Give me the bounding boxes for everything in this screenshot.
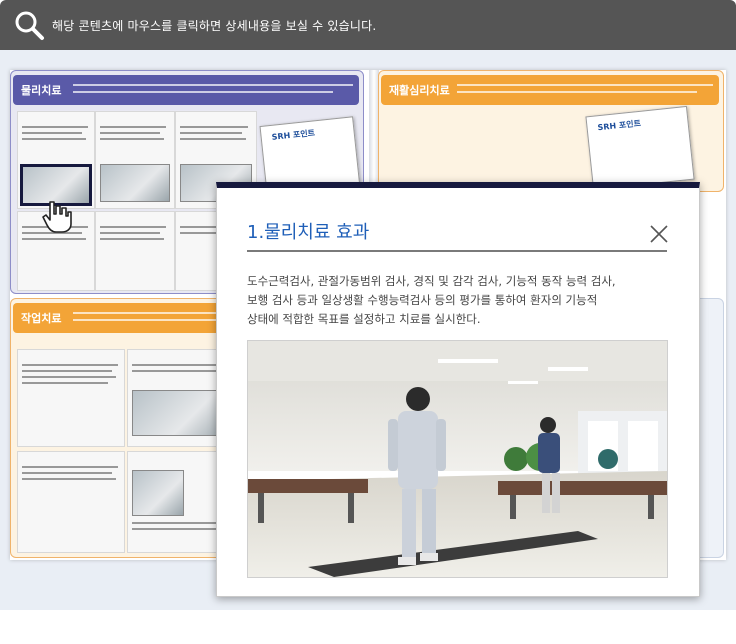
popup-body: 도수근력검사, 관절가동범위 검사, 경직 및 감각 검사, 기능적 동작 능력… xyxy=(247,272,677,329)
ot-card-1[interactable] xyxy=(17,349,125,447)
pointer-hand-icon xyxy=(42,201,72,233)
rehab-srh-title: SRH 포인트 xyxy=(597,118,642,133)
occupational-therapy-label: 작업치료 xyxy=(21,312,62,325)
magnifier-icon xyxy=(15,11,44,40)
popup-title: 1.물리치료 효과 xyxy=(247,222,370,243)
rehab-psych-band: 재활심리치료 xyxy=(381,75,719,105)
pt-card-2[interactable] xyxy=(95,111,175,209)
info-header-bar: 해당 콘텐츠에 마우스를 클릭하면 상세내용을 보실 수 있습니다. xyxy=(0,0,736,50)
close-icon[interactable] xyxy=(649,224,669,244)
popup-body-line-3: 상태에 적합한 목표를 설정하고 치료를 실시한다. xyxy=(247,312,481,326)
popup-title-divider xyxy=(247,250,667,252)
rehab-psych-section[interactable]: 재활심리치료 SRH 포인트 xyxy=(378,70,724,192)
detail-popup: 1.물리치료 효과 도수근력검사, 관절가동범위 검사, 경직 및 감각 검사,… xyxy=(216,182,700,597)
physical-therapy-band: 물리치료 xyxy=(13,75,359,105)
pt-card-1[interactable] xyxy=(17,111,95,209)
ot-thumb-4[interactable] xyxy=(132,470,184,516)
page-bottom-area xyxy=(0,610,736,644)
ot-card-3[interactable] xyxy=(17,451,125,553)
click-instruction-text: 해당 콘텐츠에 마우스를 클릭하면 상세내용을 보실 수 있습니다. xyxy=(52,19,377,33)
pt-thumb-2[interactable] xyxy=(100,164,170,202)
physical-therapy-label: 물리치료 xyxy=(21,84,62,97)
popup-body-line-1: 도수근력검사, 관절가동범위 검사, 경직 및 감각 검사, 기능적 동작 능력… xyxy=(247,274,616,288)
therapy-photo xyxy=(247,340,668,578)
pt-srh-title: SRH 포인트 xyxy=(271,128,316,142)
pt-card-5[interactable] xyxy=(95,211,175,291)
rehab-srh-tag[interactable]: SRH 포인트 xyxy=(585,105,695,191)
popup-body-line-2: 보행 검사 등과 일상생활 수행능력검사 등의 평가를 통하여 환자의 기능적 xyxy=(247,293,598,307)
rehab-psych-label: 재활심리치료 xyxy=(389,84,450,97)
